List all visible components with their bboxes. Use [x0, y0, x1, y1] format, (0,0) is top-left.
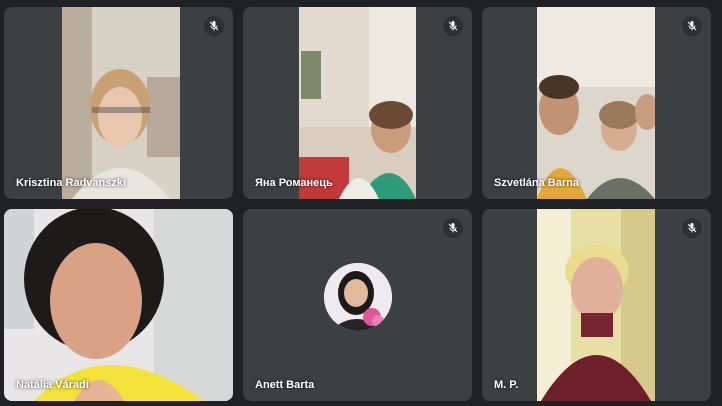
video-image — [62, 7, 180, 199]
video-feed — [537, 7, 655, 199]
mic-off-icon — [687, 223, 697, 233]
mic-off-indicator — [204, 16, 224, 36]
participant-tile-krisztina[interactable]: Krisztina Radvanszki — [4, 7, 233, 199]
video-image — [537, 209, 655, 401]
mic-off-icon — [687, 21, 697, 31]
participant-tile-yana[interactable]: Яна Романець — [243, 7, 472, 199]
mic-off-indicator — [443, 218, 463, 238]
participant-tile-natalia[interactable]: Natália Váradi — [4, 209, 233, 401]
participant-name: Anett Barta — [255, 379, 315, 391]
mic-off-indicator — [443, 16, 463, 36]
mic-off-indicator — [682, 16, 702, 36]
video-feed — [62, 7, 180, 199]
participant-tile-mp[interactable]: M. P. — [482, 209, 711, 401]
video-feed — [299, 7, 416, 199]
participant-name: M. P. — [494, 379, 519, 391]
video-feed — [537, 209, 655, 401]
video-image — [537, 7, 655, 199]
participant-name: Szvetlána Barna — [494, 177, 579, 189]
participant-name: Natália Váradi — [16, 379, 89, 391]
meeting-grid: Krisztina Radvanszki Яна Романець Szvetl… — [0, 0, 722, 406]
mic-off-icon — [448, 223, 458, 233]
participant-name: Krisztina Radvanszki — [16, 177, 127, 189]
mic-off-indicator — [682, 218, 702, 238]
mic-off-icon — [448, 21, 458, 31]
video-image — [299, 7, 416, 199]
avatar-image — [323, 263, 392, 331]
participant-tile-szvetlana[interactable]: Szvetlána Barna — [482, 7, 711, 199]
video-feed — [4, 209, 233, 401]
participant-tile-anett[interactable]: Anett Barta — [243, 209, 472, 401]
mic-off-icon — [209, 21, 219, 31]
participant-name: Яна Романець — [255, 177, 333, 189]
video-image — [4, 209, 233, 401]
avatar — [323, 263, 392, 331]
